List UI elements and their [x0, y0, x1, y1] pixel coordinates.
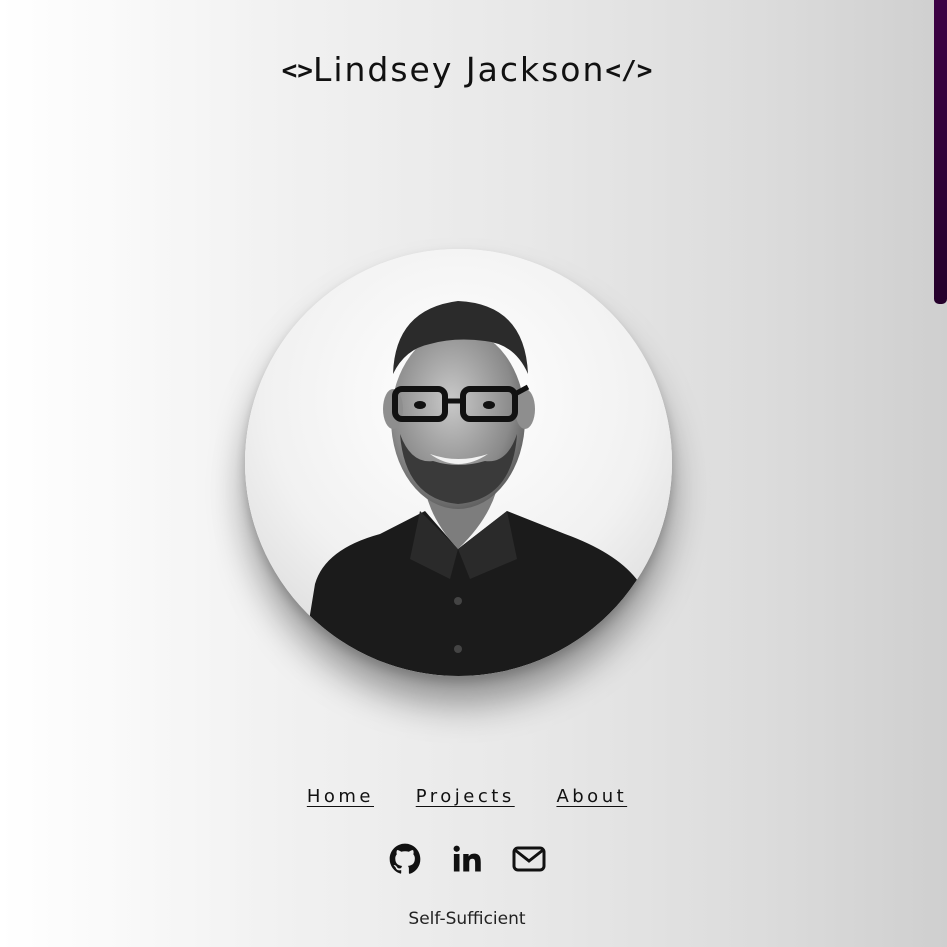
linkedin-icon[interactable] — [450, 842, 484, 876]
scrollbar-track[interactable] — [934, 0, 947, 947]
scrollbar-thumb[interactable] — [934, 0, 947, 304]
main-nav: Home Projects About — [0, 786, 934, 807]
github-icon[interactable] — [388, 842, 422, 876]
page: <>Lindsey Jackson</> Home Projects About… — [0, 0, 934, 947]
nav-link-home[interactable]: Home — [307, 786, 374, 807]
footer-tagline: Self-Sufficient — [408, 909, 526, 929]
close-tag-glyph: </> — [605, 56, 653, 86]
site-title: <>Lindsey Jackson</> — [0, 50, 934, 89]
nav-link-projects[interactable]: Projects — [416, 786, 515, 807]
social-links — [0, 842, 934, 876]
mail-icon[interactable] — [512, 842, 546, 876]
profile-photo — [245, 249, 672, 676]
site-name: Lindsey Jackson — [312, 50, 606, 89]
portrait-illustration — [245, 249, 672, 676]
nav-link-about[interactable]: About — [556, 786, 627, 807]
open-tag-glyph: <> — [281, 56, 313, 86]
